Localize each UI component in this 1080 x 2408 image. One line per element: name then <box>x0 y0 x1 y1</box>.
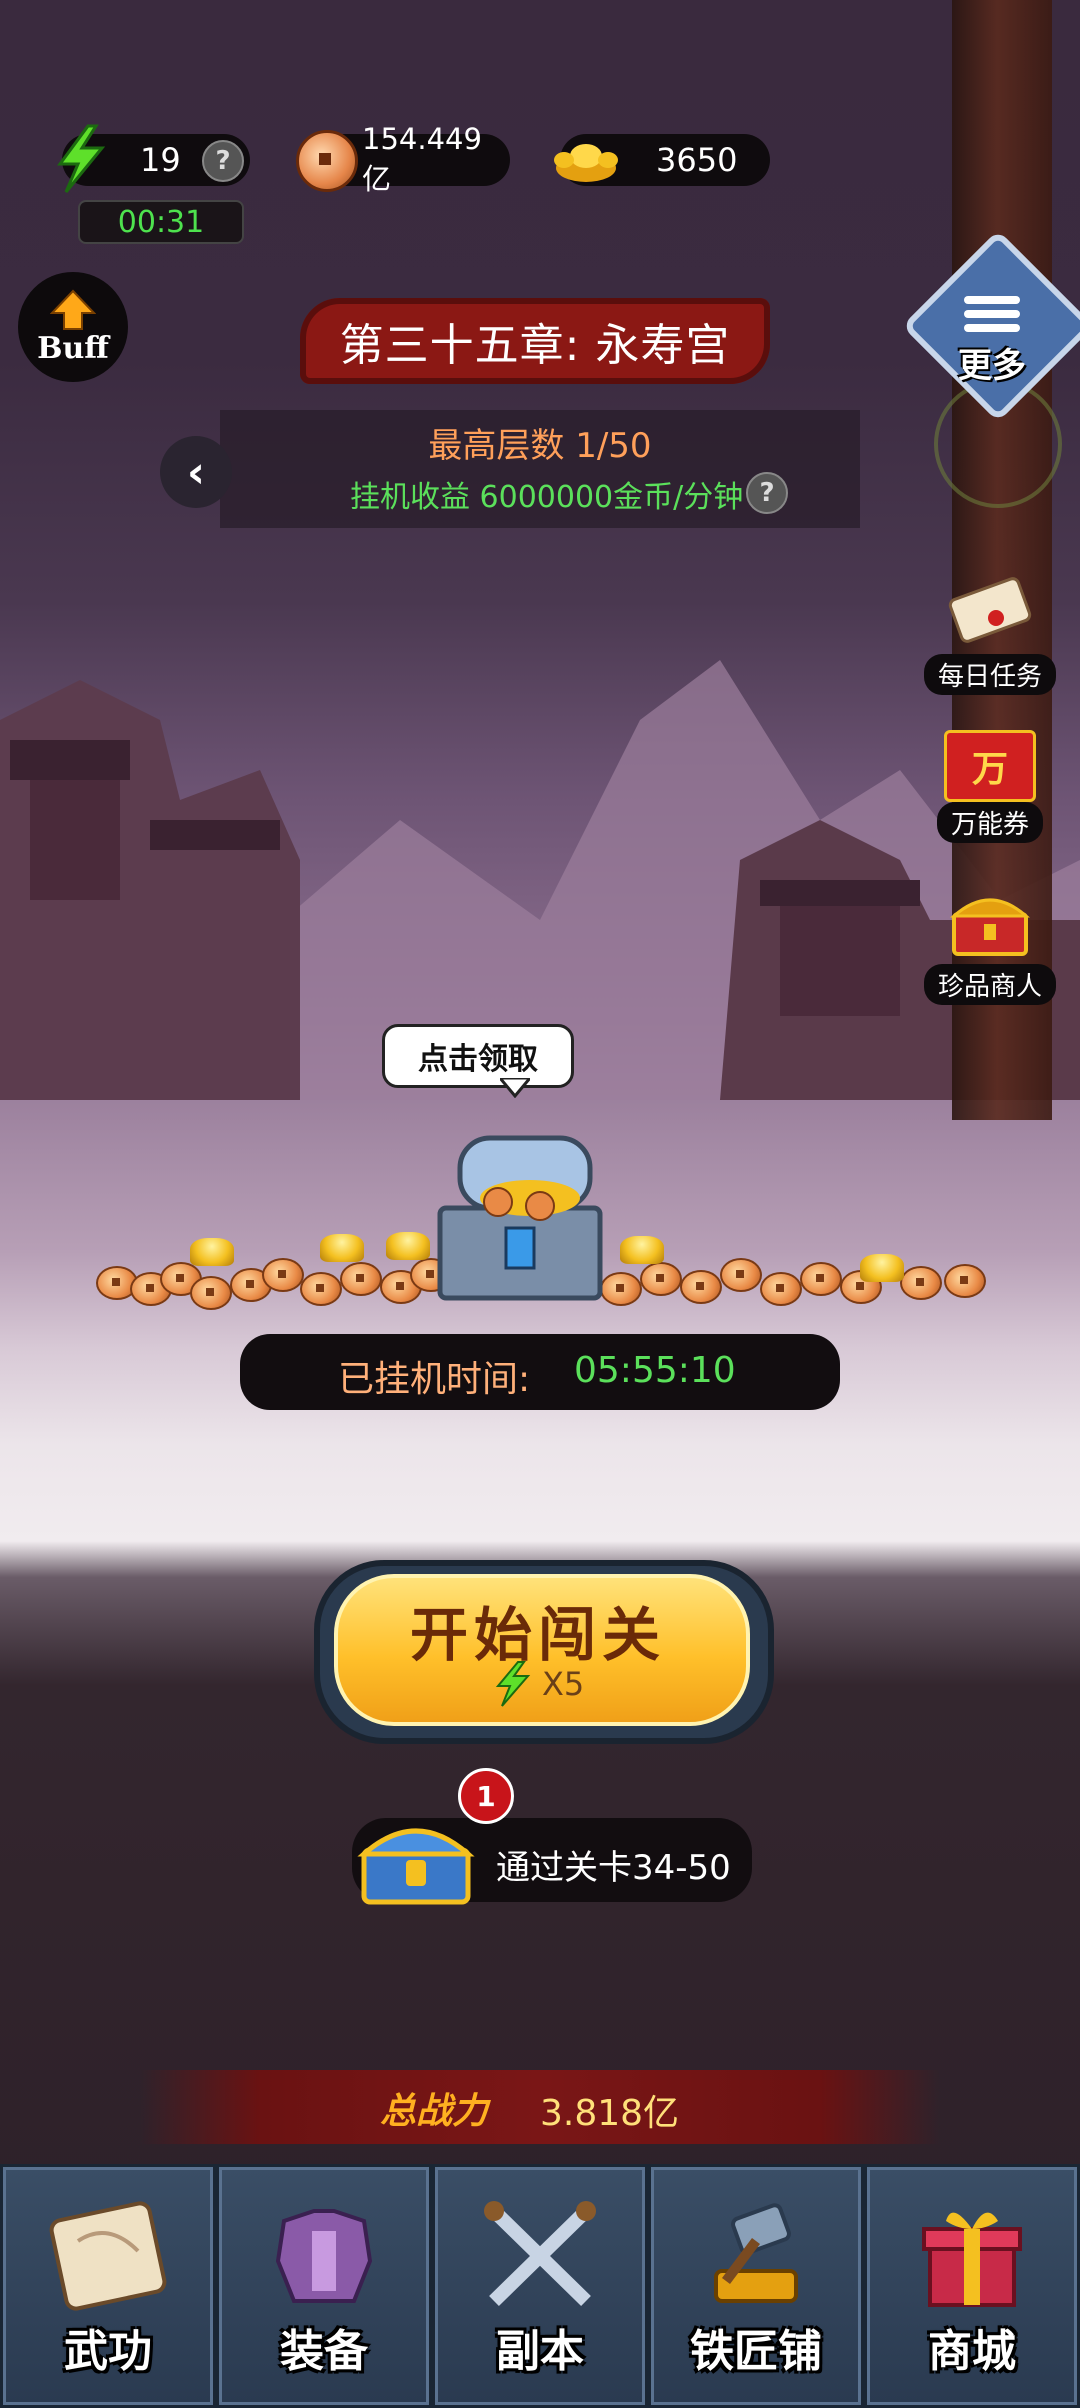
coin-count: 154.449亿 <box>362 122 482 196</box>
nav-shop[interactable]: 商城 <box>864 2164 1080 2408</box>
claim-bubble[interactable]: 点击领取 <box>382 1024 574 1088</box>
energy-count: 19 <box>140 141 181 179</box>
universal-voucher-button[interactable]: 万 万能券 <box>910 730 1070 843</box>
scroll-icon <box>49 2201 167 2311</box>
income-help-icon[interactable]: ? <box>746 472 788 514</box>
nav-equipment[interactable]: 装备 <box>216 2164 432 2408</box>
energy-timer: 00:31 <box>78 200 244 244</box>
nav-label: 装备 <box>280 2326 368 2377</box>
nav-blacksmith[interactable]: 铁匠铺 <box>648 2164 864 2408</box>
idle-time-label: 已挂机时间: <box>338 1359 531 1400</box>
up-arrow-icon <box>50 289 96 330</box>
lightning-icon <box>495 1661 530 1707</box>
reward-count-badge: 1 <box>458 1768 514 1824</box>
buff-label: Buff <box>37 330 109 366</box>
treasure-merchant-button[interactable]: 珍品商人 <box>910 890 1070 1005</box>
max-floor-text: 最高层数 1/50 <box>428 426 652 466</box>
nav-label: 副本 <box>496 2326 584 2377</box>
bubble-tail <box>500 1078 530 1098</box>
nav-label: 铁匠铺 <box>690 2326 822 2377</box>
daily-tasks-button[interactable]: 每日任务 <box>910 570 1070 695</box>
nav-label: 武功 <box>64 2326 152 2377</box>
more-menu-content: 更多 <box>922 290 1062 387</box>
chapter-title: 第三十五章: 永寿宫 <box>300 298 770 384</box>
reward-text: 通过关卡34-50 <box>496 1848 731 1888</box>
universal-voucher-label: 万能券 <box>936 802 1043 843</box>
start-cost: X5 <box>334 1660 742 1708</box>
lightning-icon <box>57 124 106 193</box>
daily-tasks-label: 每日任务 <box>923 654 1056 695</box>
idle-time-value: 05:55:10 <box>574 1350 736 1391</box>
voucher-icon-char: 万 <box>971 749 1008 790</box>
nav-dungeon[interactable]: 副本 <box>432 2164 648 2408</box>
treasure-chest-icon <box>357 1828 475 1905</box>
energy-pill: 19 ? <box>57 124 250 193</box>
voucher-icon: 万 <box>944 730 1036 802</box>
more-label: 更多 <box>958 346 1026 386</box>
treasure-chest-icon <box>950 898 1030 956</box>
buff-button[interactable]: Buff <box>18 272 128 382</box>
armor-icon <box>275 2209 373 2303</box>
total-power-label: 总战力 <box>380 2090 489 2132</box>
nav-martial-arts[interactable]: 武功 <box>0 2164 216 2408</box>
start-cost-value: X5 <box>541 1665 585 1703</box>
treasure-chest-icon <box>437 1135 603 1301</box>
crossed-swords-icon <box>484 2201 596 2307</box>
copper-coin-icon <box>296 130 358 192</box>
gift-box-icon <box>922 2212 1022 2307</box>
gold-pill: 3650 <box>554 134 770 186</box>
bottom-nav: 武功 装备 副本 铁匠铺 商城 <box>0 2164 1080 2408</box>
idle-income-text: 挂机收益 6000000金币/分钟 <box>350 480 744 515</box>
hammer-anvil-icon <box>714 2203 798 2303</box>
idle-time-band <box>240 1334 840 1410</box>
scroll-icon <box>948 577 1032 643</box>
gold-count: 3650 <box>656 141 738 179</box>
list-icon <box>964 296 1020 332</box>
nav-label: 商城 <box>928 2326 1016 2377</box>
energy-help-icon[interactable]: ? <box>202 140 244 182</box>
total-power-value: 3.818亿 <box>540 2093 680 2134</box>
gold-ingot-icon <box>554 144 618 182</box>
treasure-merchant-label: 珍品商人 <box>923 964 1056 1005</box>
coin-pill: 154.449亿 <box>296 122 510 196</box>
